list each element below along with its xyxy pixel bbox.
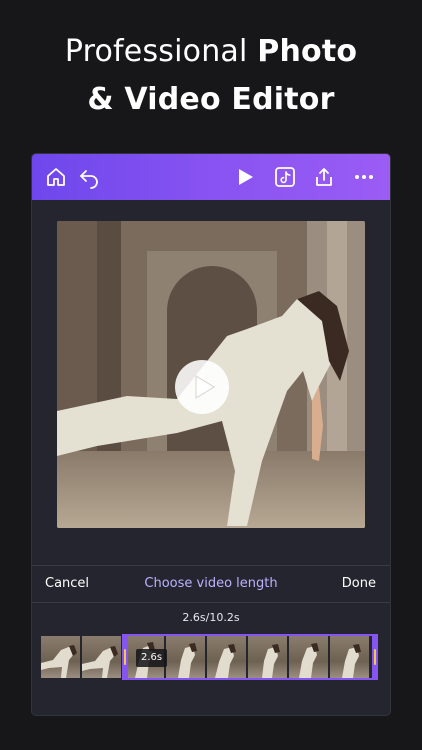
- duration-readout: 2.6s/10.2s: [182, 611, 240, 624]
- play-icon: [195, 375, 215, 399]
- headline-light-text: Professional: [64, 34, 258, 69]
- trim-start-handle[interactable]: [122, 634, 128, 680]
- action-bar-title: Choose video length: [144, 576, 278, 591]
- done-button[interactable]: Done: [342, 576, 376, 592]
- play-button[interactable]: [233, 165, 257, 189]
- video-preview[interactable]: [57, 221, 365, 528]
- undo-button[interactable]: [77, 165, 101, 189]
- home-button[interactable]: [44, 165, 68, 189]
- timeline-frame: [41, 636, 80, 678]
- undo-icon: [80, 170, 98, 189]
- trim-end-handle[interactable]: [372, 634, 378, 680]
- video-timeline[interactable]: 2.6s: [41, 634, 381, 680]
- trim-action-bar: Cancel Choose video length Done: [32, 565, 390, 603]
- preview-play-button[interactable]: [175, 360, 229, 414]
- marketing-headline: Professional Photo & Video Editor: [0, 28, 422, 124]
- headline-line-2: & Video Editor: [87, 82, 335, 117]
- home-icon: [47, 168, 65, 186]
- timeline-frame: [82, 636, 121, 678]
- trim-start-grip: [124, 649, 126, 665]
- headline-bold-text: Photo: [257, 34, 358, 69]
- play-icon: [239, 169, 253, 185]
- editor-toolbar: [32, 154, 390, 200]
- more-icon: [355, 175, 373, 179]
- more-button[interactable]: [352, 165, 376, 189]
- tiktok-icon: [275, 167, 295, 187]
- headline-line-1: Professional Photo: [0, 28, 422, 76]
- editor-screen: Cancel Choose video length Done 2.6s/10.…: [32, 154, 390, 715]
- trim-end-grip: [374, 649, 376, 665]
- share-icon: [316, 168, 332, 186]
- selection-duration-badge: 2.6s: [136, 649, 168, 667]
- share-button[interactable]: [312, 165, 336, 189]
- tiktok-button[interactable]: [273, 165, 297, 189]
